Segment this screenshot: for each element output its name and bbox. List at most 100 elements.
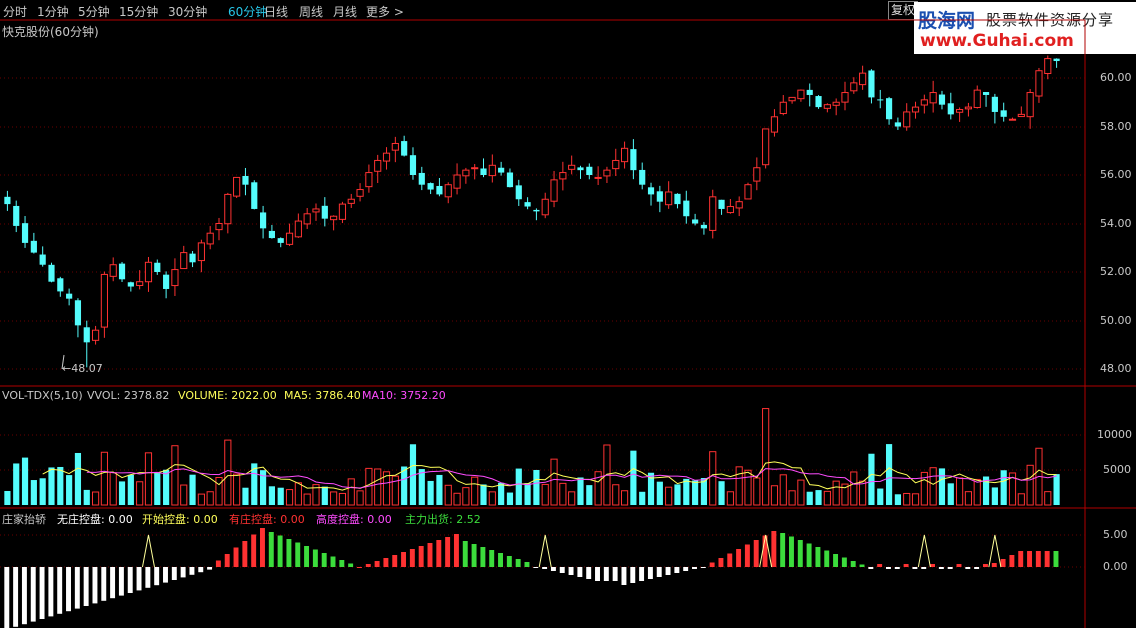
candle-up [1017,113,1025,118]
volume-bar-up [444,484,452,506]
indicator-bar [215,560,221,567]
candle-down [639,169,646,185]
indicator-bar [356,567,362,568]
candle-up [347,198,355,204]
indicator-bar [859,564,865,567]
indicator-bar [462,541,468,567]
indicator-bar [251,534,257,567]
candle-up [832,101,840,106]
candle-up [100,273,108,328]
indicator-bar [1018,551,1024,567]
candle-up [665,191,673,206]
volume-bar-up [832,480,840,506]
volume-bar-down [894,494,901,505]
candle-down [163,274,170,289]
volume-bar-up [180,484,188,506]
indicator-bar [154,567,160,586]
volume-bar-down [515,468,522,505]
indicator-bar [233,547,239,567]
candle-up [1026,92,1034,118]
volume-bar-up [285,489,294,506]
volume-bar-down [506,492,514,505]
indicator-bar [665,567,671,575]
candle-down [718,199,725,209]
candle-down [586,166,593,175]
volume-bar-down [118,481,126,505]
indicator-bar [647,567,653,579]
candle-up [91,329,100,341]
candle-down [868,70,875,98]
candle-down [515,185,522,200]
candle-down [260,212,267,229]
volume-bar-up [762,408,770,506]
volume-bar-down [154,473,161,505]
volume-bar-up [744,469,752,506]
volume-bar-down [938,468,946,505]
indicator-bar [13,567,19,627]
candle-up [303,213,311,225]
volume-bar-up [735,466,743,506]
indicator-axis-label: 5.00 [1103,528,1128,541]
candle-up [356,189,364,197]
zl-label: 主力出货: 2.52 [405,513,481,526]
candle-up [330,215,338,221]
volume-bar-down [277,487,284,505]
volume-bar-up [973,478,981,506]
indicator-bar [401,552,407,567]
indicator-bar [1035,551,1041,567]
candle-down [127,282,134,287]
candle-down [947,103,954,115]
volume-bar-up [779,474,787,506]
indicator-spike [988,534,1002,568]
ma5-label: MA5: 3786.40 [284,389,361,402]
candle-up [956,109,964,113]
candle-up [594,176,602,179]
price-axis-label: 58.00 [1100,120,1132,133]
gd-label: 高度控盘: 0.00 [316,513,392,526]
indicator-bar [4,567,10,628]
indicator-bar [718,558,724,567]
indicator-bar [321,553,327,567]
candle-down [506,172,514,188]
candle-up [788,96,796,102]
candle-down [700,224,708,229]
kline-chart[interactable] [0,0,1136,628]
indicator-bar [1053,551,1059,567]
candle-up [964,106,973,110]
volume-bar-up [453,492,461,506]
volume-axis-label: 5000 [1103,463,1131,476]
volume-bar-down [39,478,46,505]
volume-bar-down [868,453,875,505]
volume-bar-up [665,486,673,506]
vvol-label: VVOL: 2378.82 [87,389,170,402]
indicator-bar [639,567,645,581]
candle-down [436,185,443,195]
indicator-bar [436,540,442,567]
volume-bar-up [709,451,717,506]
volume-bar-up [338,492,347,506]
ks-label: 开始控盘: 0.00 [142,513,218,526]
candle-up [735,201,743,209]
volume-bar-up [788,490,796,506]
volume-bar-down [692,480,699,505]
indicator-bar [260,528,265,567]
indicator-bar [453,534,459,567]
volume-bar-up [753,477,761,506]
indicator-bar [753,540,759,567]
volume-bar-up [206,491,214,506]
candle-up [550,179,558,202]
candle-down [480,168,487,175]
indicator-bar [1000,559,1006,567]
candle-down [57,278,64,292]
candle-up [859,72,867,86]
candle-down [938,94,946,105]
indicator-bar [374,561,380,567]
price-axis-label: 50.00 [1100,314,1132,327]
candle-down [251,182,258,209]
indicator-bar [471,544,477,567]
volume-bar-up [956,477,964,506]
volume-bar-up [903,492,911,506]
candle-up [444,184,452,198]
indicator-bar [991,563,997,567]
candle-up [144,261,153,283]
